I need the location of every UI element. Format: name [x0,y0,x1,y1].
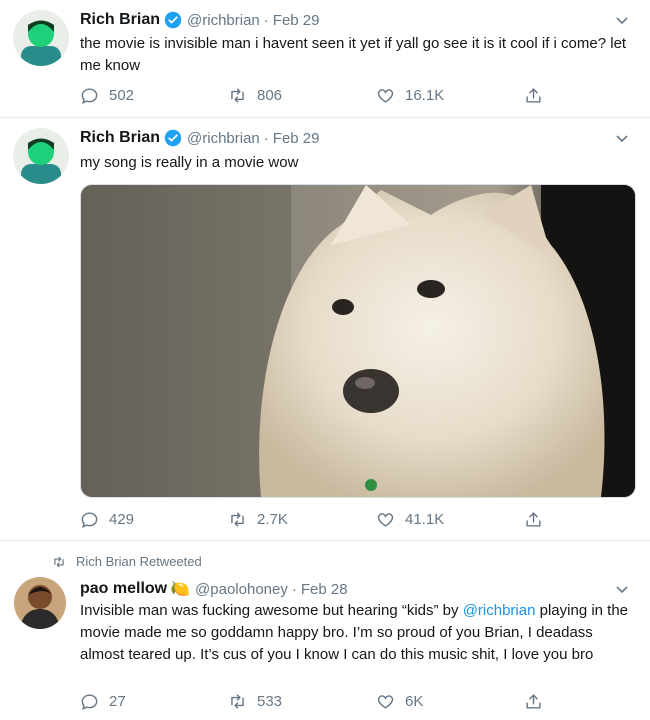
retweet-button[interactable]: 2.7K [228,510,288,529]
separator: · [263,11,269,29]
display-name[interactable]: Rich Brian [80,129,160,147]
lemon-emoji: 🍋 [170,581,191,598]
handle[interactable]: @paolohoney [195,581,288,598]
share-button[interactable] [524,510,543,529]
tweet-text: my song is really in a movie wow [80,154,299,171]
reply-count: 429 [109,511,135,528]
tweet-text-part: Invisible man was fucking awesome but he… [80,602,463,619]
tweet-text: Invisible man was fucking awesome but he… [80,600,630,666]
retweet-icon [231,694,244,709]
avatar[interactable] [13,128,69,184]
tweet-date[interactable]: Feb 29 [273,130,320,147]
separator: · [291,580,297,598]
retweet-icon [231,512,244,527]
avatar[interactable] [13,10,69,66]
chevron-down-icon[interactable] [614,581,630,597]
reply-icon [81,694,98,710]
retweet-count: 533 [257,693,283,710]
display-name[interactable]: pao mellow [80,580,167,598]
reply-button[interactable]: 27 [80,692,126,711]
retweet-button[interactable]: 806 [228,86,282,105]
tweet-text: the movie is invisible man i havent seen… [80,35,627,74]
handle[interactable]: @richbrian [187,12,260,29]
share-icon [526,512,541,527]
tweet-1[interactable]: Rich Brian @richbrian · Feb 29 the movie… [0,0,650,117]
chevron-down-icon[interactable] [614,12,630,28]
mention-link[interactable]: @richbrian [463,602,536,619]
reply-button[interactable]: 502 [80,86,134,105]
tweet-2[interactable]: Rich Brian @richbrian · Feb 29 my song i… [0,118,650,540]
share-button[interactable] [524,86,543,105]
share-icon [526,88,541,103]
heart-icon [377,89,394,103]
tweet-date[interactable]: Feb 29 [273,12,320,29]
like-button[interactable]: 16.1K [376,86,444,105]
avatar[interactable] [14,577,66,629]
heart-icon [377,513,394,527]
share-button[interactable] [524,692,543,711]
retweet-icon [54,556,64,567]
separator: · [263,129,269,147]
handle[interactable]: @richbrian [187,130,260,147]
reply-count: 27 [109,693,126,710]
reply-icon [81,88,98,104]
display-name[interactable]: Rich Brian [80,11,160,29]
like-count: 6K [405,693,424,710]
reply-button[interactable]: 429 [80,510,134,529]
retweet-count: 806 [257,87,283,104]
like-button[interactable]: 41.1K [376,510,444,529]
verified-badge-icon [164,129,182,147]
retweeted-indicator: Rich Brian Retweeted [52,554,202,569]
retweet-icon [231,88,244,103]
tweet-date[interactable]: Feb 28 [301,581,348,598]
reply-icon [81,512,98,528]
like-count: 16.1K [405,87,445,104]
like-count: 41.1K [405,511,445,528]
dog-photo [81,185,635,497]
retweeted-label[interactable]: Rich Brian Retweeted [76,554,202,569]
heart-icon [377,695,394,709]
like-button[interactable]: 6K [376,692,423,711]
tweet-3[interactable]: Rich Brian Retweeted pao mellow 🍋 @paolo… [0,541,650,720]
tweet-media-dog-photo[interactable] [80,184,636,498]
share-icon [526,694,541,709]
chevron-down-icon[interactable] [614,130,630,146]
reply-count: 502 [109,87,135,104]
retweet-count: 2.7K [257,511,288,528]
retweet-button[interactable]: 533 [228,692,282,711]
verified-badge-icon [164,11,182,29]
